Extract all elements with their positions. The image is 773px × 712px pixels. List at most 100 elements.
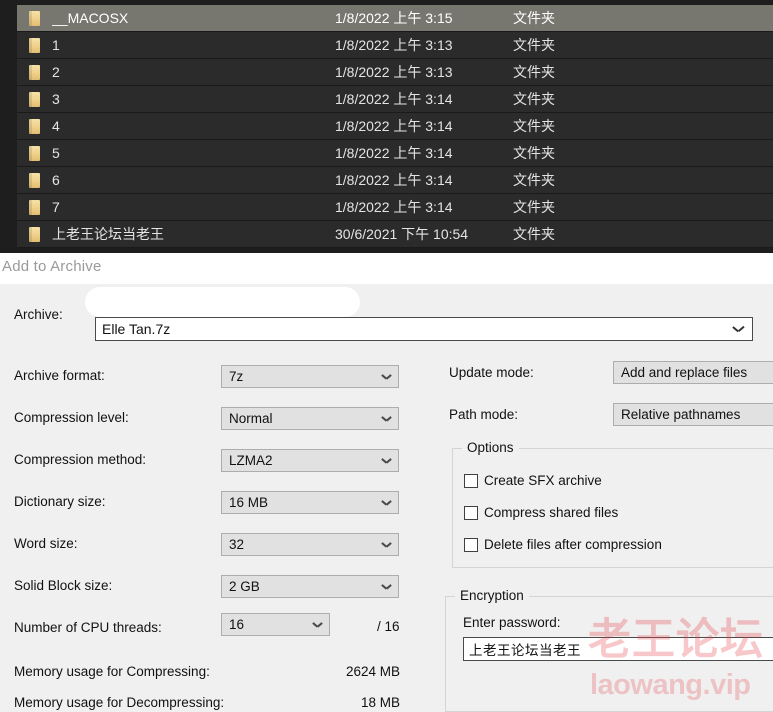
file-list-row[interactable]: 11/8/2022 上午 3:13文件夹 xyxy=(17,32,773,59)
memory-label-0: Memory usage for Compressing: xyxy=(14,664,210,679)
file-type: 文件夹 xyxy=(513,8,555,28)
options-group-title: Options xyxy=(462,440,519,455)
file-type: 文件夹 xyxy=(513,62,555,82)
file-modified-date: 1/8/2022 上午 3:15 xyxy=(335,8,513,28)
file-list-row[interactable]: 61/8/2022 上午 3:14文件夹 xyxy=(17,167,773,194)
chevron-down-icon xyxy=(382,458,391,464)
option-label: Create SFX archive xyxy=(484,473,602,488)
file-list-row[interactable]: 41/8/2022 上午 3:14文件夹 xyxy=(17,113,773,140)
password-value: 上老王论坛当老王 xyxy=(469,639,581,659)
combo-5[interactable]: 2 GB xyxy=(221,575,399,598)
dialog-titlebar: Add to Archive xyxy=(0,253,773,284)
combo-value: 32 xyxy=(229,537,244,552)
encryption-group-title: Encryption xyxy=(455,588,529,603)
combo-value: Relative pathnames xyxy=(621,407,740,422)
memory-value-0: 2624 MB xyxy=(260,664,400,679)
file-modified-date: 1/8/2022 上午 3:14 xyxy=(335,170,513,190)
folder-icon xyxy=(26,117,43,135)
file-type: 文件夹 xyxy=(513,170,555,190)
combo-0[interactable]: 7z xyxy=(221,365,399,388)
combo-4[interactable]: 32 xyxy=(221,533,399,556)
file-type: 文件夹 xyxy=(513,224,555,244)
file-modified-date: 1/8/2022 上午 3:14 xyxy=(335,197,513,217)
checkbox-icon[interactable] xyxy=(464,506,478,520)
folder-icon xyxy=(26,90,43,108)
cpu-threads-total: / 16 xyxy=(377,619,400,634)
file-list-row[interactable]: 71/8/2022 上午 3:14文件夹 xyxy=(17,194,773,221)
right-field-label-0: Update mode: xyxy=(449,365,534,380)
file-list-row[interactable]: __MACOSX1/8/2022 上午 3:15文件夹 xyxy=(17,5,773,32)
chevron-down-icon xyxy=(382,542,391,548)
right-combo-0[interactable]: Add and replace files xyxy=(613,361,773,384)
file-modified-date: 30/6/2021 下午 10:54 xyxy=(335,224,513,244)
option-0[interactable]: Create SFX archive xyxy=(464,473,602,488)
field-label-4: Word size: xyxy=(14,536,78,551)
file-modified-date: 1/8/2022 上午 3:14 xyxy=(335,143,513,163)
combo-value: LZMA2 xyxy=(229,453,273,468)
file-name: 7 xyxy=(52,199,335,215)
file-name: 6 xyxy=(52,172,335,188)
archive-name-input[interactable]: Elle Tan.7z xyxy=(95,317,753,341)
checkbox-icon[interactable] xyxy=(464,474,478,488)
option-label: Delete files after compression xyxy=(484,537,662,552)
combo-value: Normal xyxy=(229,411,273,426)
combo-value: 16 MB xyxy=(229,495,268,510)
option-1[interactable]: Compress shared files xyxy=(464,505,618,520)
file-modified-date: 1/8/2022 上午 3:13 xyxy=(335,62,513,82)
folder-icon xyxy=(26,36,43,54)
folder-icon xyxy=(26,144,43,162)
dialog-title: Add to Archive xyxy=(2,258,102,275)
archive-name-value: Elle Tan.7z xyxy=(102,321,170,337)
file-name: 上老王论坛当老王 xyxy=(52,224,335,244)
combo-value: Add and replace files xyxy=(621,365,747,380)
combo-1[interactable]: Normal xyxy=(221,407,399,430)
combo-value: 7z xyxy=(229,369,243,384)
cpu-threads-combo[interactable]: 16 xyxy=(221,613,330,636)
file-type: 文件夹 xyxy=(513,143,555,163)
file-modified-date: 1/8/2022 上午 3:13 xyxy=(335,35,513,55)
file-modified-date: 1/8/2022 上午 3:14 xyxy=(335,116,513,136)
file-list-row[interactable]: 51/8/2022 上午 3:14文件夹 xyxy=(17,140,773,167)
checkbox-icon[interactable] xyxy=(464,538,478,552)
file-type: 文件夹 xyxy=(513,89,555,109)
file-list-row[interactable]: 上老王论坛当老王30/6/2021 下午 10:54文件夹 xyxy=(17,221,773,248)
right-combo-1[interactable]: Relative pathnames xyxy=(613,403,773,426)
file-name: 3 xyxy=(52,91,335,107)
field-label-1: Compression level: xyxy=(14,410,129,425)
file-name: 1 xyxy=(52,37,335,53)
password-input[interactable]: 上老王论坛当老王 xyxy=(463,637,773,661)
file-name: 2 xyxy=(52,64,335,80)
combo-value: 2 GB xyxy=(229,579,260,594)
right-field-label-1: Path mode: xyxy=(449,407,518,422)
file-type: 文件夹 xyxy=(513,35,555,55)
file-list-row[interactable]: 21/8/2022 上午 3:13文件夹 xyxy=(17,59,773,86)
file-name: __MACOSX xyxy=(52,10,335,26)
chevron-down-icon xyxy=(313,622,322,628)
archive-path-redaction xyxy=(85,287,360,317)
memory-value-1: 18 MB xyxy=(260,695,400,710)
combo-2[interactable]: LZMA2 xyxy=(221,449,399,472)
chevron-down-icon xyxy=(382,416,391,422)
password-label: Enter password: xyxy=(463,615,561,630)
file-type: 文件夹 xyxy=(513,197,555,217)
file-name: 4 xyxy=(52,118,335,134)
memory-label-1: Memory usage for Decompressing: xyxy=(14,695,224,710)
file-name: 5 xyxy=(52,145,335,161)
file-list[interactable]: __MACOSX1/8/2022 上午 3:15文件夹11/8/2022 上午 … xyxy=(0,0,773,253)
folder-icon xyxy=(26,225,43,243)
chevron-down-icon xyxy=(382,584,391,590)
cpu-threads-value: 16 xyxy=(229,617,244,632)
file-type: 文件夹 xyxy=(513,116,555,136)
archive-label: Archive: xyxy=(14,307,63,322)
file-modified-date: 1/8/2022 上午 3:14 xyxy=(335,89,513,109)
folder-icon xyxy=(26,171,43,189)
cpu-threads-label: Number of CPU threads: xyxy=(14,620,162,635)
folder-icon xyxy=(26,9,43,27)
file-list-row[interactable]: 31/8/2022 上午 3:14文件夹 xyxy=(17,86,773,113)
option-2[interactable]: Delete files after compression xyxy=(464,537,662,552)
chevron-down-icon xyxy=(382,374,391,380)
combo-3[interactable]: 16 MB xyxy=(221,491,399,514)
field-label-3: Dictionary size: xyxy=(14,494,106,509)
chevron-down-icon[interactable] xyxy=(733,326,743,332)
field-label-2: Compression method: xyxy=(14,452,146,467)
